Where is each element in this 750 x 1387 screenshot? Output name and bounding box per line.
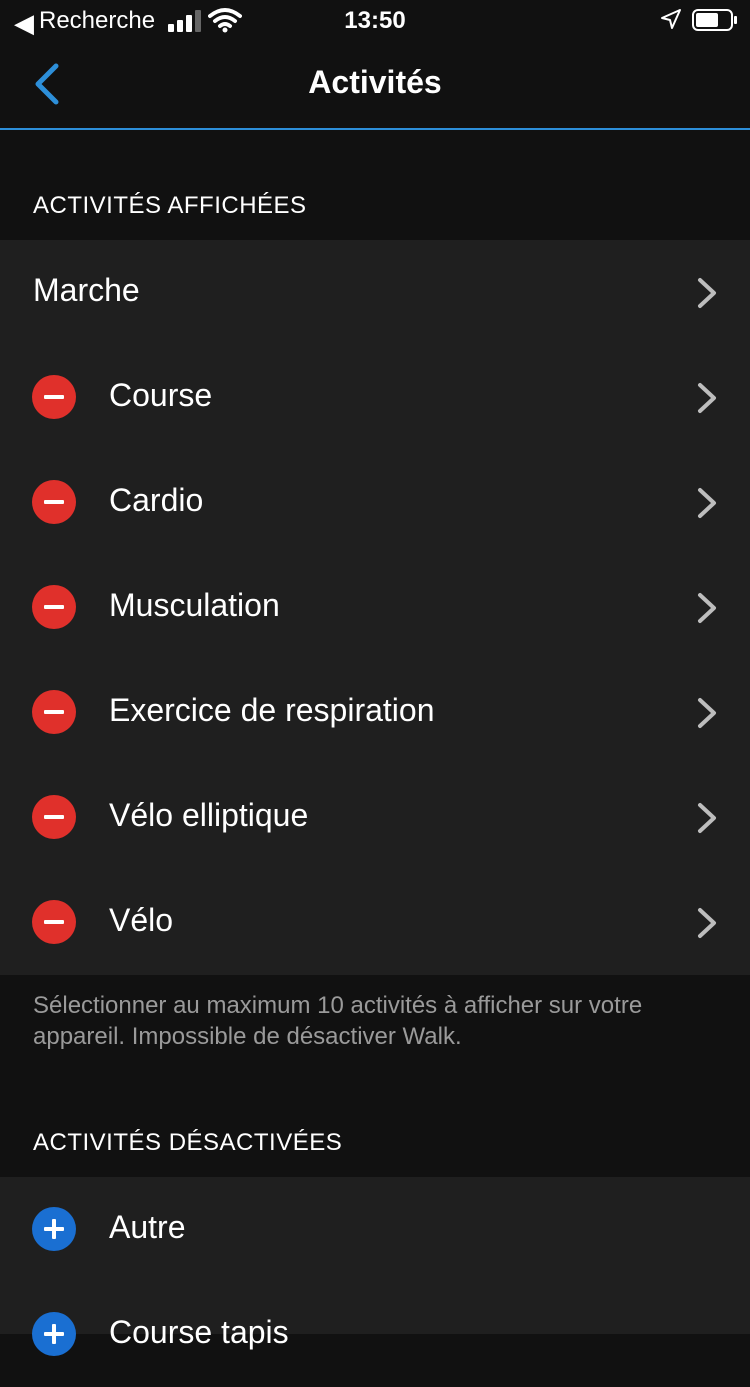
list-item-autre[interactable]: Autre: [0, 1177, 750, 1282]
plus-icon: [44, 1324, 64, 1344]
add-activity-button[interactable]: [32, 1312, 76, 1356]
disabled-activities-list: Autre Course tapis: [0, 1177, 750, 1356]
status-time: 13:50: [344, 7, 406, 34]
list-item-course-tapis[interactable]: Course tapis: [0, 1282, 750, 1387]
minus-icon: [44, 395, 64, 399]
status-bar: ◀ Recherche 13:50: [0, 0, 750, 42]
list-item-course[interactable]: Course: [0, 345, 750, 450]
list-item-label: Course: [109, 377, 213, 413]
list-item-musculation[interactable]: Musculation: [0, 555, 750, 660]
list-item-label: Marche: [33, 272, 140, 308]
remove-activity-button[interactable]: [32, 900, 76, 944]
remove-activity-button[interactable]: [32, 795, 76, 839]
chevron-right-icon: [698, 908, 716, 938]
list-item-label: Vélo elliptique: [109, 797, 309, 833]
minus-icon: [44, 500, 64, 504]
chevron-right-icon: [698, 278, 716, 308]
plus-icon: [44, 1219, 64, 1239]
list-item-label: Vélo: [109, 902, 174, 938]
section-footer-note: Sélectionner au maximum 10 activités à a…: [33, 992, 643, 1050]
chevron-right-icon: [698, 488, 716, 518]
minus-icon: [44, 920, 64, 924]
minus-icon: [44, 710, 64, 714]
list-item-label: Cardio: [109, 482, 204, 518]
minus-icon: [44, 605, 64, 609]
list-item-cardio[interactable]: Cardio: [0, 450, 750, 555]
list-item-label: Course tapis: [109, 1314, 289, 1350]
remove-activity-button[interactable]: [32, 480, 76, 524]
chevron-right-icon: [698, 383, 716, 413]
minus-icon: [44, 815, 64, 819]
chevron-right-icon: [698, 698, 716, 728]
displayed-activities-list: Marche Course Cardio Musculation Exercic…: [0, 240, 750, 975]
list-item-marche[interactable]: Marche: [0, 240, 750, 345]
list-item-velo[interactable]: Vélo: [0, 870, 750, 975]
remove-activity-button[interactable]: [32, 375, 76, 419]
navigation-bar: Activités: [0, 42, 750, 130]
location-icon: [661, 9, 681, 29]
list-item-exercice-de-respiration[interactable]: Exercice de respiration: [0, 660, 750, 765]
list-item-label: Autre: [109, 1209, 186, 1245]
section-header-disabled: ACTIVITÉS DÉSACTIVÉES: [33, 1129, 343, 1156]
chevron-right-icon: [698, 803, 716, 833]
page-title: Activités: [308, 64, 442, 100]
battery-icon: [692, 9, 737, 31]
chevron-right-icon: [698, 593, 716, 623]
remove-activity-button[interactable]: [32, 690, 76, 734]
add-activity-button[interactable]: [32, 1207, 76, 1251]
list-item-velo-elliptique[interactable]: Vélo elliptique: [0, 765, 750, 870]
section-header-displayed: ACTIVITÉS AFFICHÉES: [33, 192, 307, 219]
remove-activity-button[interactable]: [32, 585, 76, 629]
list-item-label: Musculation: [109, 587, 280, 623]
list-item-label: Exercice de respiration: [109, 692, 435, 728]
